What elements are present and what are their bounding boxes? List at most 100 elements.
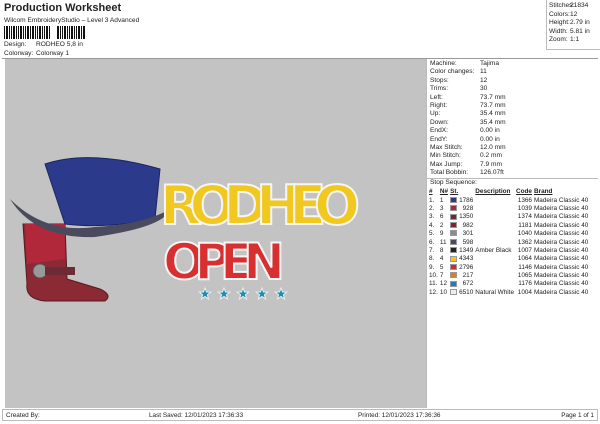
color-swatch	[450, 238, 458, 245]
stop-number: 2.	[429, 204, 435, 212]
barcode-bar	[23, 26, 24, 39]
stat-row: Height:2.79 in	[549, 19, 600, 28]
stop-number: 7.	[429, 246, 435, 254]
barcode-bar	[74, 26, 75, 39]
machine-row: Total Bobbin: 126.07ft	[427, 169, 598, 177]
needle-number: 6	[439, 213, 444, 221]
stop-number: 4.	[429, 221, 435, 229]
barcode-bar	[71, 26, 73, 39]
machine-label: Max Stitch:	[430, 143, 463, 151]
needle-number: 11	[439, 238, 447, 246]
stat-row: Width: 5.81 in	[549, 28, 600, 37]
machine-label: Left:	[430, 93, 443, 101]
thread-code: 1040	[517, 230, 532, 238]
machine-value: 0.00 in	[480, 127, 500, 135]
thread-code: 1146	[518, 263, 532, 271]
description	[475, 213, 516, 221]
table-row: 5. 9 301 1040 Madeira Classic 40	[429, 229, 590, 237]
stitch-count: 598	[462, 238, 474, 246]
thread-brand: Madeira Classic 40	[533, 255, 589, 263]
software-name: Wilcom EmbroideryStudio – Level 3 Advanc…	[4, 17, 140, 24]
column-header: Brand	[533, 188, 553, 196]
machine-value: 73.7 mm	[480, 101, 506, 109]
barcode-bar	[69, 26, 70, 39]
machine-value: 126.07ft	[480, 169, 504, 177]
barcode-bar	[25, 26, 26, 39]
barcode-bar	[76, 26, 77, 39]
machine-value: 7.9 mm	[480, 160, 502, 168]
colorway-info: Colorway: Colorway 1	[4, 50, 69, 57]
machine-label: Stops:	[430, 76, 449, 84]
column-header: St.	[450, 188, 459, 196]
stitch-count: 1786	[459, 196, 474, 204]
stitch-count: 6510	[459, 288, 474, 296]
table-row: 10. 7 217 1065 Madeira Classic 40	[429, 271, 590, 279]
needle-number: 5	[439, 263, 444, 271]
description	[475, 271, 516, 279]
stop-number: 1.	[429, 196, 435, 204]
column-header: N#	[439, 188, 449, 196]
thread-code: 1181	[518, 221, 532, 229]
description	[475, 255, 516, 263]
machine-value: 12.0 mm	[480, 143, 506, 151]
stop-number: 5.	[429, 230, 435, 238]
stop-number: 10.	[429, 272, 438, 280]
color-swatch	[450, 222, 458, 229]
stop-number: 11.	[429, 280, 438, 288]
machine-label: Total Bobbin:	[430, 169, 469, 177]
barcode-bar	[44, 26, 45, 39]
machine-row: Up: 35.4 mm	[427, 110, 598, 118]
barcode-bar	[49, 26, 50, 39]
stitch-count: 1350	[459, 213, 474, 221]
thread-brand: Madeira Classic 40	[533, 238, 589, 246]
thread-brand: Madeira Classic 40	[533, 246, 589, 254]
thread-code: 1064	[517, 255, 532, 263]
color-swatch	[450, 289, 458, 296]
machine-row: Down: 35.4 mm	[427, 119, 598, 127]
machine-row: Trims: 30	[427, 85, 598, 93]
machine-label: Trims:	[430, 85, 449, 93]
stop-sequence-title: Stop Sequence:	[427, 178, 598, 187]
machine-value: 73.7 mm	[480, 93, 506, 101]
stat-label: Colors:	[549, 10, 570, 18]
machine-label: Min Stitch:	[430, 152, 461, 160]
stitch-count: 217	[462, 272, 474, 280]
barcode-bar	[30, 26, 31, 39]
stat-value: 5.81 in	[570, 27, 590, 35]
created-by: Created By:	[6, 412, 40, 419]
description	[475, 229, 516, 237]
machine-label: Down:	[430, 118, 449, 126]
barcode-bar	[11, 26, 12, 39]
thread-code: 1362	[517, 238, 532, 246]
barcode-bar	[16, 26, 17, 39]
column-header: #	[429, 188, 433, 196]
barcode-bar	[42, 26, 43, 39]
table-row: 2. 3 928 1039 Madeira Classic 40	[429, 204, 590, 212]
stitch-count: 4343	[459, 255, 474, 263]
machine-row: EndX: 0.00 in	[427, 127, 598, 135]
machine-row: Right: 73.7 mm	[427, 102, 598, 110]
machine-label: Color changes:	[430, 68, 475, 76]
thread-brand: Madeira Classic 40	[533, 288, 589, 296]
thread-brand: Madeira Classic 40	[533, 221, 589, 229]
barcode-bar	[6, 26, 8, 39]
needle-number: 3	[439, 204, 444, 212]
stat-value: 1:1	[570, 36, 580, 44]
machine-row: Stops: 12	[427, 77, 598, 85]
barcode-bar	[37, 26, 38, 39]
machine-row: EndY: 0.00 in	[427, 136, 598, 144]
machine-info: Machine: Tajima Color changes: 11 Stops: 12 Tr…	[427, 59, 598, 177]
barcode-bar	[4, 26, 5, 39]
barcode-bar	[35, 26, 36, 39]
thread-code: 1007	[517, 246, 532, 254]
stat-label: Height:	[549, 19, 570, 27]
table-row: 1. 1 1786 1366 Madeira Classic 40	[429, 196, 590, 204]
barcode-bar	[67, 26, 68, 39]
needle-number: 4	[439, 255, 444, 263]
machine-value: 35.4 mm	[480, 110, 506, 118]
machine-row: Min Stitch: 0.2 mm	[427, 152, 598, 160]
stat-value: 2.79 in	[570, 19, 590, 27]
thread-brand: Madeira Classic 40	[533, 272, 589, 280]
design-value: RODHEO 5,8 in	[36, 41, 83, 48]
artwork-line1: RODHEO	[160, 174, 360, 237]
